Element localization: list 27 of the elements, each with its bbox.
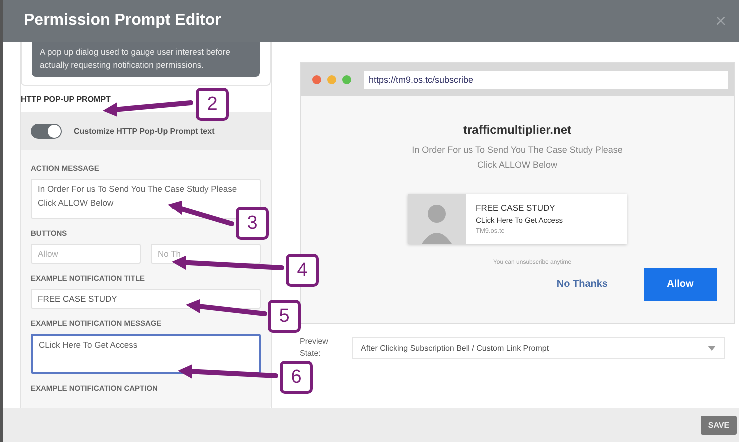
caret-icon: [708, 346, 716, 350]
preview-state-select[interactable]: After Clicking Subscription Bell / Custom Link Prompt: [352, 337, 725, 359]
input-field[interactable]: FREE CASE STUDY: [31, 289, 261, 309]
arrow: [168, 201, 234, 226]
window-title: Permission Prompt Editor: [24, 12, 222, 30]
input-field[interactable]: Allow: [31, 244, 141, 264]
step-number: 3: [236, 207, 269, 240]
section-heading: HTTP POP-UP PROMPT: [21, 95, 111, 104]
step-number: 4: [286, 254, 319, 287]
decline-button[interactable]: No Thanks: [550, 278, 614, 291]
step-number: 2: [196, 88, 229, 121]
photo-placeholder: [408, 194, 466, 244]
step-number: 5: [268, 300, 301, 333]
window-controls-icon: [312, 74, 354, 84]
save-button[interactable]: SAVE: [701, 416, 737, 434]
step-number: 6: [280, 361, 313, 394]
toggle-label: Customize HTTP Pop-Up Prompt text: [74, 126, 215, 136]
text-area[interactable]: CLick Here To Get Access: [31, 334, 261, 374]
address-bar[interactable]: https://tm9.os.tc/subscribe: [364, 70, 728, 88]
toggle-switch[interactable]: [31, 124, 62, 138]
info-description: A pop up dialog used to gauge user interest before actually requesting notification permissions.: [40, 47, 230, 70]
input-field[interactable]: No Th: [151, 244, 261, 264]
preview-state-label: Preview State:: [300, 336, 330, 360]
prompt-message: In Order For us To Send You The Case Study Please Click ALLOW Below: [411, 144, 624, 172]
allow-button[interactable]: Allow: [644, 268, 717, 301]
site-name: trafficmultiplier.net: [463, 123, 572, 137]
notification-title: FREE CASE STUDY: [476, 203, 556, 213]
